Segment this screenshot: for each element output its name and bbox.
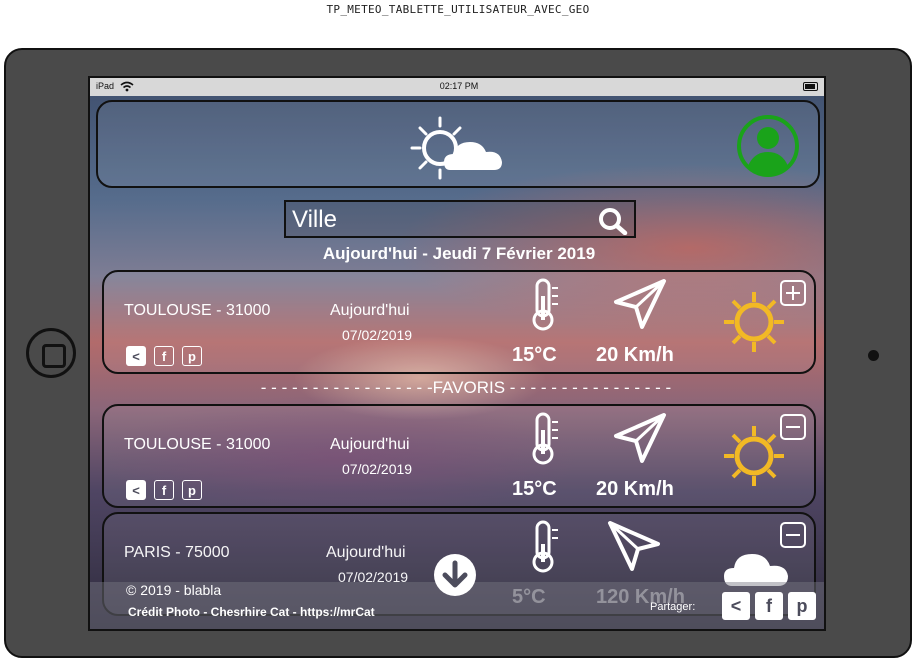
app-logo-icon — [410, 116, 502, 180]
search-icon[interactable] — [598, 207, 628, 235]
wind-direction-icon — [614, 279, 666, 329]
wind-direction-icon — [608, 521, 660, 571]
date-label: 07/02/2019 — [342, 461, 413, 477]
arrow-down-icon — [442, 560, 468, 588]
photo-credit: Crédit Photo - Chesrhire Cat - https://m… — [128, 605, 375, 619]
wind-value: 20 Km/h — [596, 344, 674, 366]
screen: iPad 02:17 PM Ville Aujourd'hui - Jeudi … — [88, 76, 826, 631]
share-label: Partager: — [650, 601, 696, 613]
camera-dot — [868, 350, 879, 361]
temperature-value: 15°C — [512, 478, 557, 500]
city-search[interactable]: Ville — [284, 200, 636, 238]
city-label: TOULOUSE - 31000 — [124, 302, 271, 319]
facebook-icon[interactable]: f — [154, 480, 174, 500]
wind-value: 20 Km/h — [596, 478, 674, 500]
sun-icon — [724, 292, 784, 352]
status-bar: iPad 02:17 PM — [90, 78, 824, 96]
facebook-icon[interactable]: f — [154, 346, 174, 366]
copyright-label: 2019 - blabla — [140, 582, 222, 598]
thermometer-icon — [532, 520, 558, 573]
battery-icon — [803, 82, 818, 91]
today-label: Aujourd'hui — [330, 302, 410, 319]
page-caption: TP_METEO_TABLETTE_UTILISATEUR_AVEC_GEO — [326, 3, 590, 16]
search-input[interactable]: Ville — [292, 206, 337, 234]
share-icon[interactable]: < — [722, 592, 750, 620]
share-icon[interactable]: < — [126, 480, 146, 500]
pinterest-icon[interactable]: p — [182, 346, 202, 366]
favorites-label: -FAVORIS — [426, 378, 506, 397]
thermometer-icon — [532, 412, 558, 465]
remove-favorite-button[interactable] — [780, 522, 806, 548]
status-time: 02:17 PM — [439, 81, 479, 91]
app-header — [96, 100, 820, 188]
pinterest-icon[interactable]: p — [182, 480, 202, 500]
share-icon[interactable]: < — [126, 346, 146, 366]
user-avatar-icon[interactable] — [736, 114, 800, 178]
weather-card[interactable]: TOULOUSE - 31000 Aujourd'hui 07/02/2019 … — [102, 404, 816, 508]
add-favorite-button[interactable] — [780, 280, 806, 306]
favorites-divider: - - - - - - - - - - - - - - - - -FAVORIS… — [260, 378, 672, 397]
thermometer-icon — [532, 278, 558, 331]
pinterest-icon[interactable]: p — [788, 592, 816, 620]
facebook-icon[interactable]: f — [755, 592, 783, 620]
today-label: Aujourd'hui — [330, 436, 410, 453]
sun-icon — [724, 426, 784, 486]
temperature-value: 15°C — [512, 344, 557, 366]
remove-favorite-button[interactable] — [780, 414, 806, 440]
weather-card[interactable]: TOULOUSE - 31000 Aujourd'hui 07/02/2019 … — [102, 270, 816, 374]
today-label: Aujourd'hui — [326, 544, 406, 561]
date-label: 07/02/2019 — [342, 327, 413, 343]
social-links: < f p — [126, 480, 202, 500]
city-label: PARIS - 75000 — [124, 544, 230, 561]
current-date: Aujourd'hui - Jeudi 7 Février 2019 — [322, 244, 596, 263]
city-label: TOULOUSE - 31000 — [124, 436, 271, 453]
copyright-text: © 2019 - blabla — [126, 582, 222, 598]
footer-share-buttons: < f p — [722, 592, 816, 620]
home-button[interactable] — [26, 328, 76, 378]
scroll-down-button[interactable] — [434, 554, 476, 596]
wind-direction-icon — [614, 413, 666, 463]
social-links: < f p — [126, 346, 202, 366]
